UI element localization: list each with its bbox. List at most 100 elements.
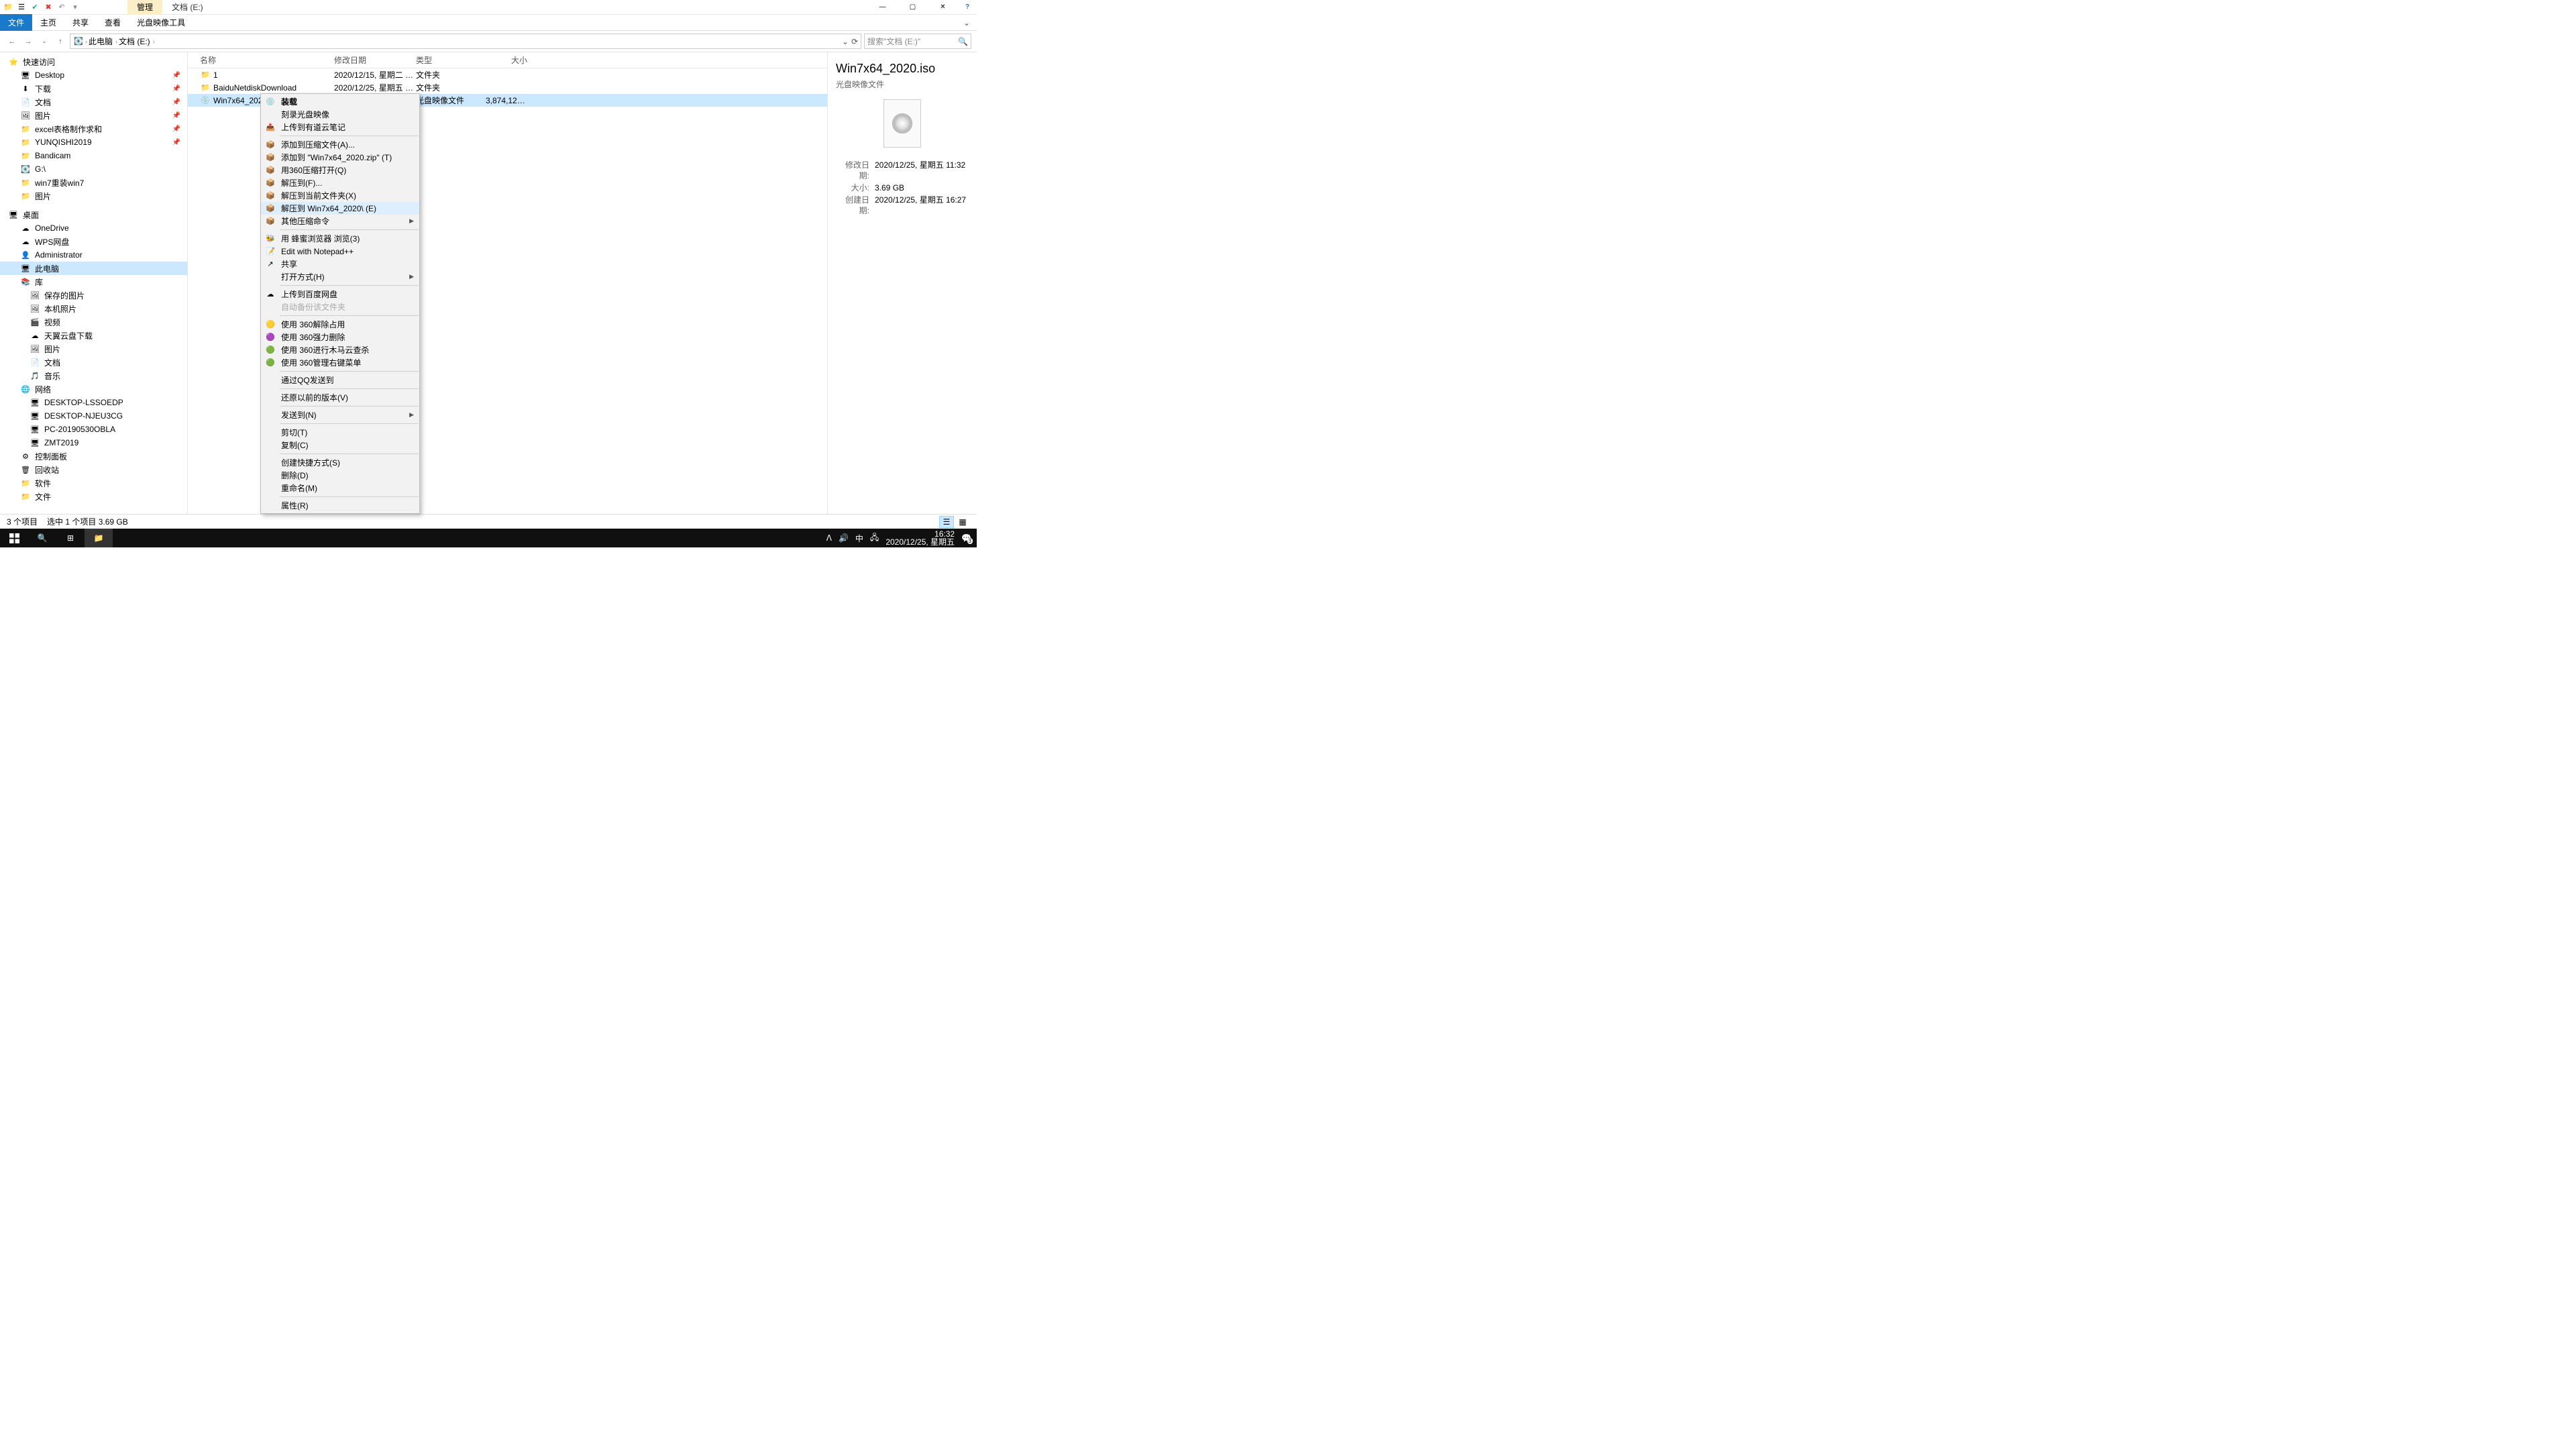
nav-item[interactable]: 🖼图片📌 [0,109,187,122]
menu-item[interactable]: 🟢使用 360进行木马云查杀 [261,343,419,356]
menu-item[interactable]: 通过QQ发送到 [261,374,419,386]
nav-item[interactable]: 📁win7重装win7 [0,176,187,189]
menu-item[interactable]: 删除(D) [261,469,419,482]
menu-item[interactable]: 🟢使用 360管理右键菜单 [261,356,419,369]
column-headers[interactable]: 名称 修改日期 类型 大小 [188,52,827,68]
nav-item[interactable]: ⭐快速访问 [0,55,187,68]
nav-item[interactable]: 📁软件 [0,476,187,490]
nav-item[interactable]: 🖼图片 [0,342,187,356]
menu-item[interactable]: 💿装载 [261,95,419,108]
tab-share[interactable]: 共享 [64,14,97,31]
nav-item[interactable]: 📄文档📌 [0,95,187,109]
menu-item[interactable]: ↗共享 [261,258,419,270]
qat-save-icon[interactable]: ✔ [30,2,40,13]
nav-item[interactable]: 📁图片 [0,189,187,203]
nav-item[interactable]: 🖥DESKTOP-LSSOEDP [0,396,187,409]
tab-disctools[interactable]: 光盘映像工具 [129,14,193,31]
menu-item[interactable]: 📦解压到(F)... [261,176,419,189]
menu-item[interactable]: 📦添加到压缩文件(A)... [261,138,419,151]
address-dropdown-icon[interactable]: ⌄ [842,37,849,46]
nav-item[interactable]: 👤Administrator [0,248,187,262]
nav-item[interactable]: 🖥DESKTOP-NJEU3CG [0,409,187,423]
qat-dropdown-icon[interactable]: ▾ [70,2,80,13]
nav-item[interactable]: 🖥桌面 [0,208,187,221]
menu-item[interactable]: 📤上传到有道云笔记 [261,121,419,133]
menu-item[interactable]: 🐝用 蜂蜜浏览器 浏览(3) [261,232,419,245]
menu-item[interactable]: 刻录光盘映像 [261,108,419,121]
file-row[interactable]: 📁BaiduNetdiskDownload2020/12/25, 星期五 1..… [188,81,827,94]
nav-item[interactable]: 🖼保存的图片 [0,288,187,302]
nav-item[interactable]: 🗑回收站 [0,463,187,476]
tray-network-icon[interactable]: 🖧 [870,531,879,545]
nav-tree[interactable]: ⭐快速访问🖥Desktop📌⬇下载📌📄文档📌🖼图片📌📁excel表格制作求和📌📁… [0,52,188,514]
nav-item[interactable]: ⬇下载📌 [0,82,187,95]
nav-item[interactable]: 💽G:\ [0,162,187,176]
nav-item[interactable]: ☁OneDrive [0,221,187,235]
taskview-button[interactable]: ⊞ [56,529,85,547]
nav-up-button[interactable]: ↑ [54,35,67,48]
taskbar-search-button[interactable]: 🔍 [28,529,56,547]
menu-item[interactable]: 📦添加到 "Win7x64_2020.zip" (T) [261,151,419,164]
file-row[interactable]: 📁12020/12/15, 星期二 1...文件夹 [188,68,827,81]
nav-item[interactable]: 📁excel表格制作求和📌 [0,122,187,136]
nav-item[interactable]: 🖼本机照片 [0,302,187,315]
crumb-pc[interactable]: 此电脑› [89,36,117,47]
menu-item[interactable]: 📦用360压缩打开(Q) [261,164,419,176]
qat-icon[interactable]: ☰ [16,2,27,13]
chevron-right-icon[interactable]: › [85,38,87,45]
menu-item[interactable]: 还原以前的版本(V) [261,391,419,404]
nav-item[interactable]: 📁Bandicam [0,149,187,162]
nav-item[interactable]: ☁天翼云盘下载 [0,329,187,342]
start-button[interactable] [0,529,28,547]
nav-item[interactable]: 🎬视频 [0,315,187,329]
nav-item[interactable]: 🌐网络 [0,382,187,396]
crumb-drive[interactable]: 文档 (E:)› [119,36,155,47]
menu-item[interactable]: 📦解压到当前文件夹(X) [261,189,419,202]
taskbar-explorer-button[interactable]: 📁 [85,529,113,547]
menu-item[interactable]: 发送到(N)▶ [261,409,419,421]
close-button[interactable]: ✕ [928,0,958,15]
nav-item[interactable]: 🖥PC-20190530OBLA [0,423,187,436]
menu-item[interactable]: ☁上传到百度网盘 [261,288,419,301]
tab-home[interactable]: 主页 [32,14,64,31]
menu-item[interactable]: 📝Edit with Notepad++ [261,245,419,258]
nav-forward-button[interactable]: → [21,35,35,48]
col-date[interactable]: 修改日期 [334,54,416,66]
taskbar-clock[interactable]: 16:32 2020/12/25, 星期五 [885,530,955,546]
menu-item[interactable]: 属性(R) [261,499,419,512]
nav-item[interactable]: 📚库 [0,275,187,288]
qat-undo-icon[interactable]: ↶ [56,2,67,13]
nav-item[interactable]: 🖥Desktop📌 [0,68,187,82]
help-button[interactable]: ? [958,0,977,15]
nav-item[interactable]: 🎵音乐 [0,369,187,382]
tab-file[interactable]: 文件 [0,14,32,31]
nav-back-button[interactable]: ← [5,35,19,48]
tab-view[interactable]: 查看 [97,14,129,31]
nav-item[interactable]: 🖥此电脑 [0,262,187,275]
taskbar[interactable]: 🔍 ⊞ 📁 ᐱ 🔊 中 🖧 16:32 2020/12/25, 星期五 💬3 [0,529,977,547]
nav-item[interactable]: 🖥ZMT2019 [0,436,187,449]
view-details-button[interactable]: ☰ [939,516,954,528]
col-type[interactable]: 类型 [416,54,486,66]
nav-item[interactable]: 📁YUNQISHI2019📌 [0,136,187,149]
menu-item[interactable]: 重命名(M) [261,482,419,494]
ribbon-context-tab[interactable]: 管理 [127,0,162,15]
menu-item[interactable]: 🟣使用 360强力删除 [261,331,419,343]
nav-item[interactable]: 📄文档 [0,356,187,369]
nav-history-button[interactable]: ⌄ [38,35,51,48]
menu-item[interactable]: 📦其他压缩命令▶ [261,215,419,227]
nav-item[interactable]: ⚙控制面板 [0,449,187,463]
qat-delete-icon[interactable]: ✖ [43,2,54,13]
tray-expand-icon[interactable]: ᐱ [826,533,832,543]
refresh-icon[interactable]: ⟳ [851,37,858,46]
search-input[interactable]: 搜索"文档 (E:)" 🔍 [864,34,971,49]
tray-ime-icon[interactable]: 中 [855,533,863,544]
minimize-button[interactable]: — [867,0,898,15]
address-bar[interactable]: 💽 › 此电脑› 文档 (E:)› ⌄ ⟳ [70,34,861,49]
menu-item[interactable]: 📦解压到 Win7x64_2020\ (E) [261,202,419,215]
context-menu[interactable]: 💿装载刻录光盘映像📤上传到有道云笔记 📦添加到压缩文件(A)...📦添加到 "Wi… [260,93,420,514]
view-icons-button[interactable]: ▦ [955,516,970,528]
maximize-button[interactable]: ▢ [898,0,928,15]
menu-item[interactable]: 🟡使用 360解除占用 [261,318,419,331]
nav-item[interactable]: ☁WPS网盘 [0,235,187,248]
